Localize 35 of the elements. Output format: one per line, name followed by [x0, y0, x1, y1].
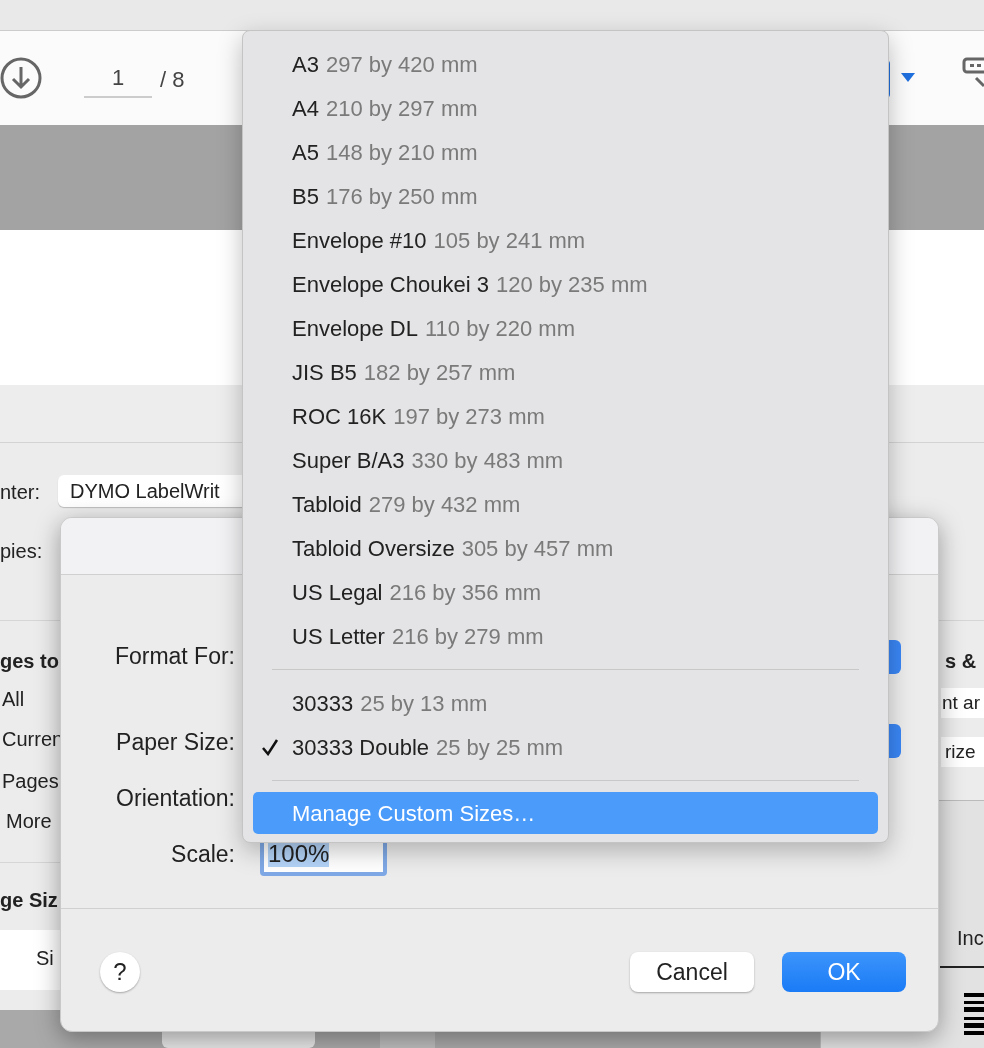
- field-label: nter:: [0, 480, 41, 504]
- menu-item[interactable]: Envelope DL 110 by 220 mm: [243, 306, 888, 350]
- field-label: Scale:: [171, 840, 235, 868]
- menu-item[interactable]: Tabloid Oversize 305 by 457 mm: [243, 526, 888, 570]
- cancel-button[interactable]: Cancel: [630, 952, 754, 992]
- menu-item[interactable]: Envelope Choukei 3 120 by 235 mm: [243, 262, 888, 306]
- section-heading: s &: [945, 649, 977, 673]
- size-tab[interactable]: Si: [0, 930, 60, 990]
- section-heading: ges to: [0, 649, 59, 673]
- menu-item[interactable]: Envelope #10 105 by 241 mm: [243, 218, 888, 262]
- field-label: pies:: [0, 539, 43, 563]
- field-label: Paper Size:: [116, 728, 235, 756]
- menu-item[interactable]: ROC 16K 197 by 273 mm: [243, 394, 888, 438]
- field-label: Format For:: [114, 642, 235, 670]
- menu-item[interactable]: 30333 Double 25 by 25 mm: [243, 725, 888, 769]
- page-total: / 8: [160, 68, 185, 92]
- field-label: Orientation:: [116, 784, 235, 812]
- menu-item[interactable]: A3 297 by 420 mm: [243, 42, 888, 86]
- option-field[interactable]: rize: [941, 737, 984, 767]
- tab[interactable]: Inc: [957, 926, 984, 950]
- help-button[interactable]: ?: [100, 952, 140, 992]
- menu-item[interactable]: A4 210 by 297 mm: [243, 86, 888, 130]
- menu-item[interactable]: JIS B5 182 by 257 mm: [243, 350, 888, 394]
- menu-item[interactable]: US Legal 216 by 356 mm: [243, 570, 888, 614]
- option-field[interactable]: nt ar: [941, 688, 984, 718]
- page-number-field[interactable]: 1: [84, 66, 152, 98]
- menu-item[interactable]: 30333 25 by 13 mm: [243, 681, 888, 725]
- section-heading: ge Siz: [0, 888, 58, 912]
- menu-item[interactable]: A5 148 by 210 mm: [243, 130, 888, 174]
- page-option[interactable]: All: [2, 687, 25, 711]
- page-option[interactable]: Pages: [2, 769, 59, 793]
- menu-item[interactable]: B5 176 by 250 mm: [243, 174, 888, 218]
- menu-item[interactable]: US Letter 216 by 279 mm: [243, 614, 888, 658]
- ok-button[interactable]: OK: [782, 952, 906, 992]
- page-option[interactable]: More: [6, 809, 52, 833]
